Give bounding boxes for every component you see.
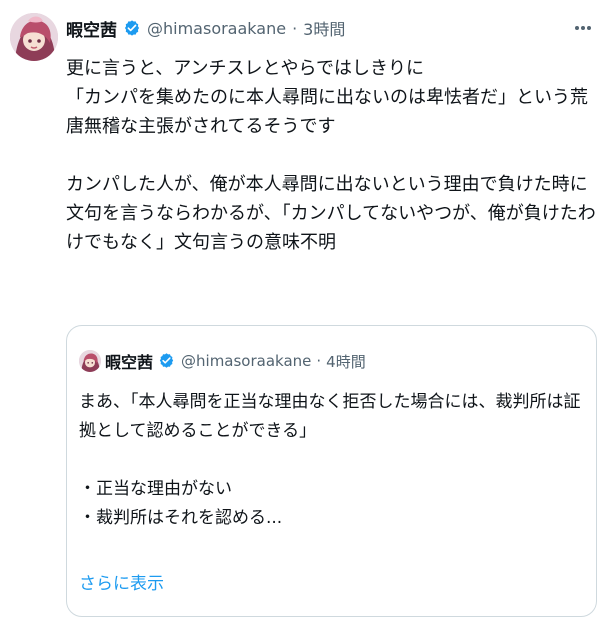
- author-handle[interactable]: @himasoraakane: [147, 19, 286, 38]
- quoted-avatar[interactable]: [79, 350, 101, 372]
- verified-badge-icon: [123, 19, 141, 37]
- show-more-link[interactable]: さらに表示: [79, 569, 164, 594]
- separator-dot: ·: [292, 18, 298, 38]
- quoted-separator-dot: ·: [316, 352, 322, 370]
- author-name[interactable]: 暇空茜: [66, 16, 117, 41]
- more-horizontal-icon[interactable]: [569, 14, 597, 42]
- tweet[interactable]: 暇空茜 @himasoraakane · 3時間 更に言うと、アンチスレとやらで…: [0, 0, 609, 617]
- quoted-verified-badge-icon: [158, 352, 176, 370]
- avatar[interactable]: [10, 13, 58, 61]
- quoted-text: まあ、「本人尋問を正当な理由なく拒否した場合には、裁判所は証拠として認めることが…: [79, 392, 581, 528]
- tweet-time[interactable]: 3時間: [303, 16, 345, 40]
- quoted-time[interactable]: 4時間: [326, 351, 366, 372]
- tweet-text: 更に言うと、アンチスレとやらではしきりに 「カンパを集めたのに本人尋問に出ないの…: [66, 58, 596, 253]
- quoted-tweet[interactable]: 暇空茜 @himasoraakane · 4時間 まあ、「本人尋問を正当な理由な…: [66, 325, 597, 617]
- quoted-header: 暇空茜 @himasoraakane · 4時間: [105, 349, 366, 373]
- quoted-avatar-illustration-icon: [79, 350, 101, 372]
- tweet-header: 暇空茜 @himasoraakane · 3時間: [66, 14, 591, 42]
- avatar-illustration-icon: [10, 13, 58, 61]
- quoted-author-name[interactable]: 暇空茜: [105, 349, 153, 373]
- quoted-author-handle[interactable]: @himasoraakane: [181, 352, 311, 370]
